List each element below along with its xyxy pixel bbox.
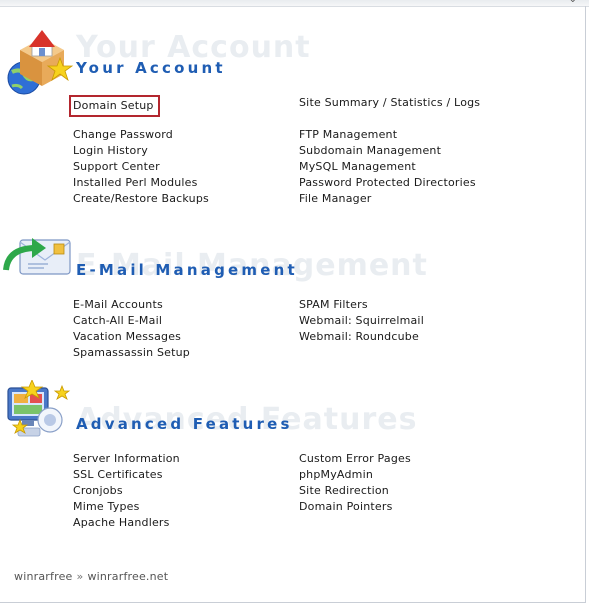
right-links: SPAM Filters Webmail: Squirrelmail Webma… <box>299 297 424 345</box>
right-links: Site Summary / Statistics / Logs FTP Man… <box>299 95 480 207</box>
section-title: Your Account <box>76 59 226 77</box>
create-restore-backups-link[interactable]: Create/Restore Backups <box>73 191 209 207</box>
webmail-squirrelmail-link[interactable]: Webmail: Squirrelmail <box>299 313 424 329</box>
email-accounts-link[interactable]: E-Mail Accounts <box>73 297 190 313</box>
breadcrumb-separator: » <box>76 570 84 583</box>
ftp-management-link[interactable]: FTP Management <box>299 127 480 143</box>
spam-filters-link[interactable]: SPAM Filters <box>299 297 424 313</box>
installed-perl-modules-link[interactable]: Installed Perl Modules <box>73 175 209 191</box>
mime-types-link[interactable]: Mime Types <box>73 499 180 515</box>
site-summary-link[interactable]: Site Summary / Statistics / Logs <box>299 95 480 111</box>
apache-handlers-link[interactable]: Apache Handlers <box>73 515 180 531</box>
password-protected-directories-link[interactable]: Password Protected Directories <box>299 175 480 191</box>
caret-icon: ⌄ <box>569 0 577 5</box>
site-redirection-link[interactable]: Site Redirection <box>299 483 411 499</box>
left-links: E-Mail Accounts Catch-All E-Mail Vacatio… <box>73 297 190 361</box>
support-center-link[interactable]: Support Center <box>73 159 209 175</box>
domain-setup-link[interactable]: Domain Setup <box>69 95 209 117</box>
file-manager-link[interactable]: File Manager <box>299 191 480 207</box>
breadcrumb-domain-link[interactable]: winrarfree.net <box>87 570 168 583</box>
section-title: E-Mail Management <box>76 261 298 279</box>
login-history-link[interactable]: Login History <box>73 143 209 159</box>
left-links: Domain Setup Change Password Login Histo… <box>69 95 209 207</box>
subdomain-management-link[interactable]: Subdomain Management <box>299 143 480 159</box>
change-password-link[interactable]: Change Password <box>73 127 209 143</box>
vacation-messages-link[interactable]: Vacation Messages <box>73 329 190 345</box>
breadcrumb-user-link[interactable]: winrarfree <box>14 570 73 583</box>
breadcrumb: winrarfree» winrarfree.net <box>14 570 168 583</box>
right-links: Custom Error Pages phpMyAdmin Site Redir… <box>299 451 411 515</box>
catch-all-email-link[interactable]: Catch-All E-Mail <box>73 313 190 329</box>
home-box-star-icon <box>7 30 74 95</box>
monitor-stars-icon <box>7 380 71 437</box>
server-information-link[interactable]: Server Information <box>73 451 180 467</box>
focused-link-outline: Domain Setup <box>69 95 160 117</box>
envelope-arrow-icon <box>3 238 71 275</box>
cronjobs-link[interactable]: Cronjobs <box>73 483 180 499</box>
domain-pointers-link[interactable]: Domain Pointers <box>299 499 411 515</box>
link-label: Domain Setup <box>73 99 154 112</box>
ssl-certificates-link[interactable]: SSL Certificates <box>73 467 180 483</box>
phpmyadmin-link[interactable]: phpMyAdmin <box>299 467 411 483</box>
spacer <box>299 111 480 127</box>
webmail-roundcube-link[interactable]: Webmail: Roundcube <box>299 329 424 345</box>
section-title: Advanced Features <box>76 415 293 433</box>
custom-error-pages-link[interactable]: Custom Error Pages <box>299 451 411 467</box>
mysql-management-link[interactable]: MySQL Management <box>299 159 480 175</box>
left-links: Server Information SSL Certificates Cron… <box>73 451 180 531</box>
spamassassin-setup-link[interactable]: Spamassassin Setup <box>73 345 190 361</box>
